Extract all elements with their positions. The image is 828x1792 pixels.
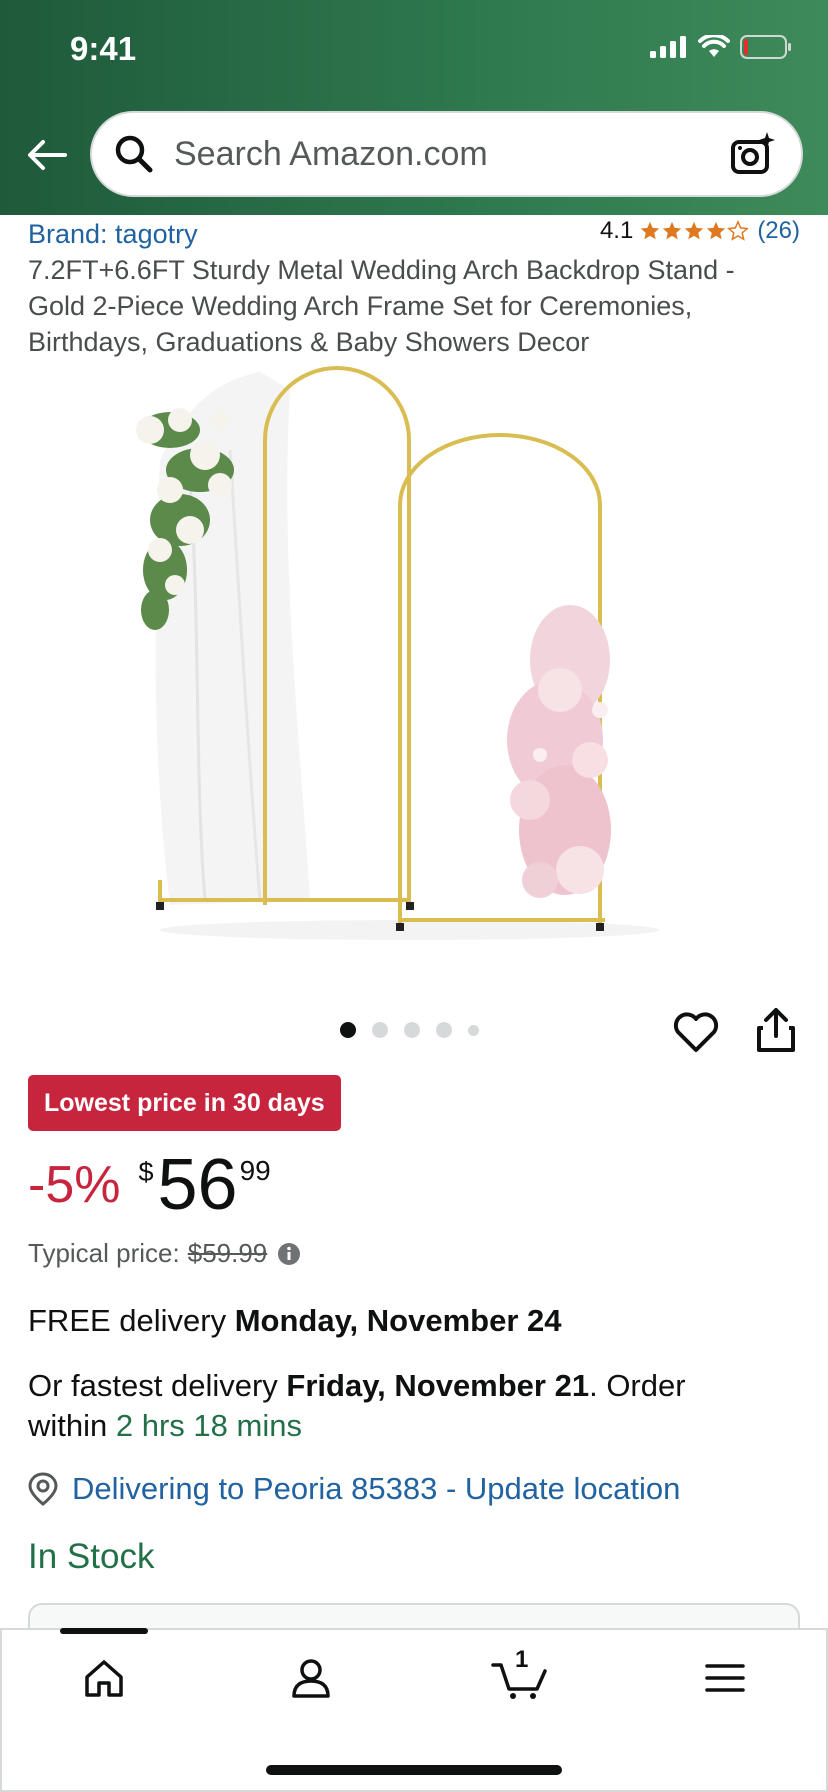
product-image[interactable] <box>110 360 720 960</box>
deal-badge: Lowest price in 30 days <box>28 1075 341 1131</box>
free-delivery-date: Monday, November 24 <box>234 1303 562 1338</box>
hamburger-menu-icon <box>705 1664 745 1692</box>
fastest-delivery-date: Friday, November 21 <box>286 1368 590 1403</box>
info-icon[interactable] <box>277 1242 301 1266</box>
arrow-left-icon <box>28 140 67 170</box>
discount-percent: -5% <box>28 1156 121 1214</box>
user-icon <box>292 1659 330 1698</box>
fastest-delivery-label: Or fastest delivery <box>28 1368 287 1403</box>
image-carousel-dots[interactable] <box>340 1022 479 1038</box>
price-row: -5% $ 56 99 <box>28 1145 271 1225</box>
nav-home[interactable] <box>76 1650 132 1706</box>
free-delivery-label: FREE delivery <box>28 1303 235 1338</box>
brand-link[interactable]: Brand: tagotry <box>28 219 198 250</box>
active-tab-indicator <box>60 1628 148 1634</box>
nav-account[interactable] <box>283 1650 339 1706</box>
price-fraction: 99 <box>239 1155 271 1186</box>
home-indicator <box>266 1765 562 1775</box>
nav-menu[interactable] <box>697 1650 753 1706</box>
star-rating <box>639 220 750 242</box>
rating-count: (26) <box>757 217 800 244</box>
header: 9:41 <box>0 0 828 215</box>
carousel-dot[interactable] <box>468 1024 479 1036</box>
fastest-delivery: Or fastest delivery Friday, November 21.… <box>28 1366 768 1446</box>
cart-count-badge: 1 <box>515 1646 529 1673</box>
stock-status: In Stock <box>28 1537 155 1576</box>
back-button[interactable] <box>22 130 72 180</box>
typical-price-value: $59.99 <box>187 1238 268 1268</box>
status-time: 9:41 <box>70 30 137 67</box>
brand-rating-row: Brand: tagotry 4.1 (26) <box>28 215 800 251</box>
search-input[interactable] <box>174 134 729 174</box>
price-whole: 56 <box>157 1145 238 1225</box>
star-full-icon <box>663 221 682 240</box>
update-location-link[interactable]: Delivering to Peoria 85383 - Update loca… <box>72 1471 680 1507</box>
search-bar[interactable] <box>90 111 803 197</box>
star-full-icon <box>685 221 704 240</box>
delivery-location[interactable]: Delivering to Peoria 85383 - Update loca… <box>28 1471 680 1507</box>
typical-price-row: Typical price: $59.99 <box>28 1238 301 1269</box>
signal-icon <box>650 36 686 58</box>
carousel-dot[interactable] <box>436 1022 452 1038</box>
rating-value: 4.1 <box>599 217 634 244</box>
location-pin-icon <box>28 1472 58 1506</box>
typical-price-label: Typical price: <box>28 1238 180 1268</box>
heart-icon[interactable] <box>672 1008 720 1056</box>
battery-icon <box>740 35 791 59</box>
star-full-icon <box>641 221 660 240</box>
carousel-dot[interactable] <box>340 1022 356 1038</box>
free-delivery: FREE delivery Monday, November 24 <box>28 1303 561 1339</box>
share-icon[interactable] <box>755 1006 797 1054</box>
home-icon <box>85 1660 123 1697</box>
status-icons <box>650 34 792 60</box>
product-title: 7.2FT+6.6FT Sturdy Metal Wedding Arch Ba… <box>28 255 735 357</box>
star-empty-icon <box>727 220 750 241</box>
price-currency: $ <box>138 1157 154 1187</box>
star-full-icon <box>707 221 726 240</box>
search-icon <box>115 135 153 173</box>
carousel-dot[interactable] <box>404 1022 420 1038</box>
wifi-icon <box>698 35 730 57</box>
camera-search-icon[interactable] <box>729 130 777 178</box>
carousel-dot[interactable] <box>372 1022 388 1038</box>
order-countdown: 2 hrs 18 mins <box>115 1408 302 1443</box>
rating[interactable]: 4.1 (26) <box>600 217 800 245</box>
